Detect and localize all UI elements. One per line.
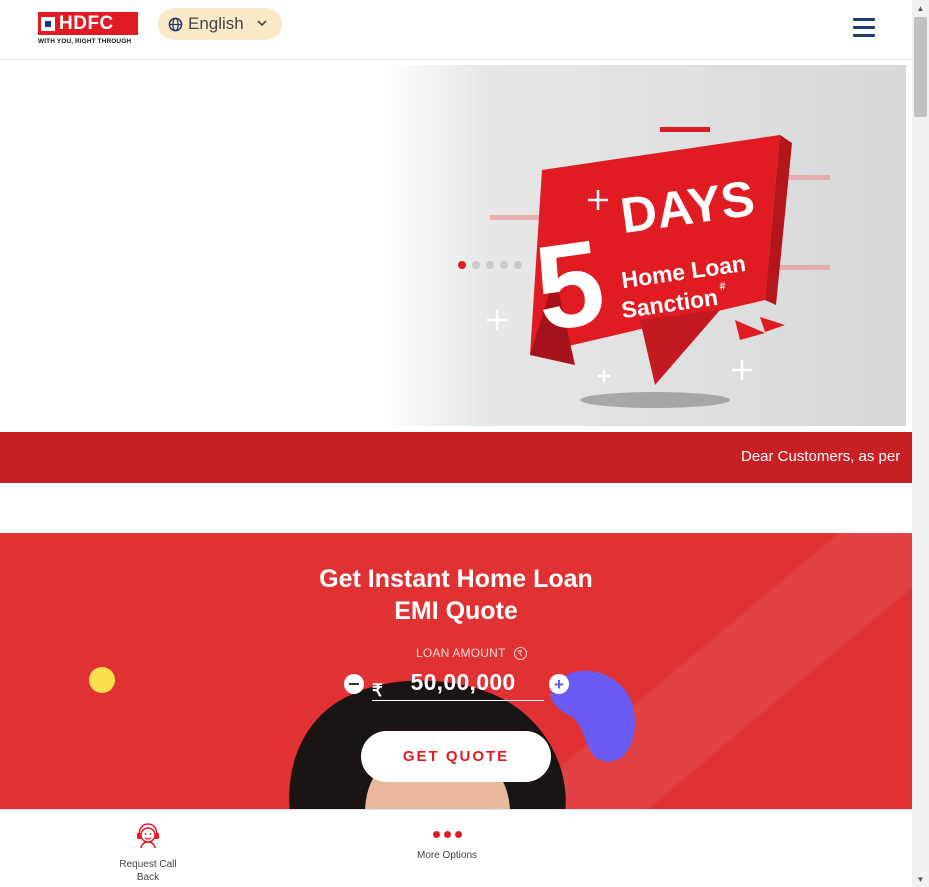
logo-tagline: WITH YOU, RIGHT THROUGH bbox=[38, 38, 132, 45]
headset-agent-icon bbox=[137, 823, 159, 849]
increase-amount-button[interactable]: + bbox=[549, 674, 569, 694]
hero-banner[interactable]: 5 DAYS Home Loan Sanction # bbox=[0, 65, 906, 426]
more-options-label: More Options bbox=[416, 850, 478, 861]
rupee-circle-icon: ₹ bbox=[513, 646, 527, 660]
carousel-dot[interactable] bbox=[458, 261, 466, 269]
scroll-down-arrow-icon[interactable]: ▼ bbox=[912, 871, 929, 887]
page: HDFC WITH YOU, RIGHT THROUGH English 5 D… bbox=[0, 0, 929, 887]
more-options-button[interactable]: More Options bbox=[392, 822, 502, 862]
loan-amount-input[interactable]: ₹ 50,00,000 bbox=[372, 669, 544, 701]
five-days-sanction-graphic: 5 DAYS Home Loan Sanction # bbox=[487, 127, 830, 408]
emi-title-line1: Get Instant Home Loan bbox=[319, 565, 593, 593]
globe-icon bbox=[168, 17, 183, 31]
page-scrollbar[interactable]: ▲ ▼ bbox=[912, 0, 929, 887]
request-call-label: Request Call Back bbox=[93, 858, 203, 884]
loan-amount-label: LOAN AMOUNT ₹ bbox=[416, 646, 527, 660]
hamburger-menu-icon[interactable] bbox=[853, 18, 875, 40]
request-call-label-line2: Back bbox=[136, 872, 160, 883]
language-label: English bbox=[188, 14, 244, 33]
loan-amount-value: 50,00,000 bbox=[410, 669, 516, 695]
scroll-up-arrow-icon[interactable]: ▲ bbox=[912, 0, 929, 16]
announcement-ticker: Dear Customers, as per bbox=[0, 432, 912, 483]
carousel-dot[interactable] bbox=[486, 261, 494, 269]
language-selector[interactable]: English bbox=[158, 8, 282, 40]
emi-title: Get Instant Home Loan EMI Quote bbox=[0, 563, 912, 627]
logo-badge: HDFC bbox=[38, 12, 138, 35]
carousel-dot[interactable] bbox=[514, 261, 522, 269]
hdfc-logo[interactable]: HDFC WITH YOU, RIGHT THROUGH bbox=[38, 12, 138, 48]
get-quote-button[interactable]: GET QUOTE bbox=[361, 731, 551, 782]
carousel-dot[interactable] bbox=[472, 261, 480, 269]
request-call-back-button[interactable]: Request Call Back bbox=[93, 822, 203, 884]
carousel-dots bbox=[458, 261, 522, 269]
site-header: HDFC WITH YOU, RIGHT THROUGH English bbox=[0, 0, 912, 60]
ticker-text: Dear Customers, as per bbox=[741, 448, 901, 465]
scroll-thumb[interactable] bbox=[914, 17, 927, 117]
emi-title-line2: EMI Quote bbox=[394, 597, 518, 625]
request-call-label-line1: Request Call bbox=[119, 859, 177, 870]
bottom-action-bar: Request Call Back More Options bbox=[0, 809, 912, 887]
carousel-dot[interactable] bbox=[500, 261, 508, 269]
decrease-amount-button[interactable] bbox=[344, 674, 364, 694]
decorative-yellow-dot bbox=[89, 667, 115, 693]
logo-mark-icon bbox=[41, 16, 55, 31]
logo-text: HDFC bbox=[59, 13, 114, 34]
loan-amount-label-text: LOAN AMOUNT bbox=[416, 646, 506, 660]
chevron-down-icon bbox=[257, 20, 267, 27]
emi-quote-section: Get Instant Home Loan EMI Quote LOAN AMO… bbox=[0, 533, 912, 809]
more-dots-icon bbox=[392, 822, 502, 846]
